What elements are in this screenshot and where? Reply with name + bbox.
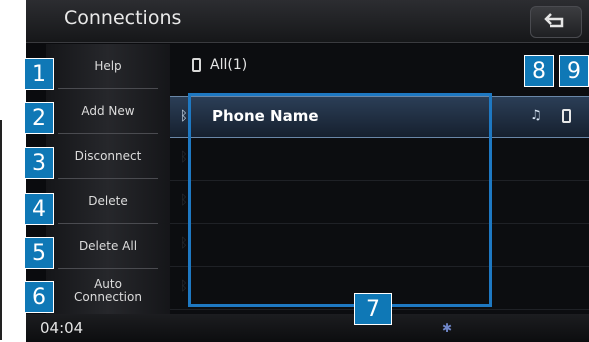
phone-icon: [192, 58, 201, 72]
bluetooth-icon: ᛒ: [180, 236, 188, 251]
add-new-button[interactable]: Add New: [46, 89, 170, 133]
auto-connection-button-label: Auto Connection: [74, 277, 142, 304]
callout-8: 8: [524, 55, 554, 87]
music-icon: ♫: [530, 108, 542, 123]
delete-button[interactable]: Delete: [46, 179, 170, 223]
delete-all-button[interactable]: Delete All: [46, 224, 170, 268]
help-button[interactable]: Help: [46, 44, 170, 88]
help-button-label: Help: [94, 58, 122, 73]
callout-6: 6: [24, 281, 54, 313]
callout-5: 5: [24, 237, 54, 269]
phone-icon: [562, 109, 571, 123]
sidebar-menu: Help Add New Disconnect Delete Delete Al…: [46, 44, 170, 314]
disconnect-button[interactable]: Disconnect: [46, 134, 170, 178]
bluetooth-status-icon: ✱: [442, 321, 453, 335]
add-new-button-label: Add New: [81, 103, 135, 118]
device-list-highlight-frame: [188, 93, 492, 307]
filter-all-label: All(1): [210, 57, 248, 73]
delete-button-label: Delete: [88, 193, 128, 208]
callout-7: 7: [354, 293, 392, 325]
bluetooth-icon: ᛒ: [180, 150, 188, 165]
page-title: Connections: [64, 7, 182, 29]
back-arrow-icon: [544, 13, 564, 28]
callout-9: 9: [559, 55, 589, 87]
callout-2: 2: [24, 102, 54, 134]
callout-4: 4: [24, 193, 54, 225]
delete-all-button-label: Delete All: [78, 238, 138, 253]
title-bar: Connections: [26, 0, 589, 43]
callout-3: 3: [24, 147, 54, 179]
bluetooth-icon: ᛒ: [180, 109, 188, 124]
back-button[interactable]: [530, 6, 582, 38]
disconnect-button-label: Disconnect: [74, 148, 142, 163]
callout-1: 1: [24, 58, 54, 90]
status-bar: 04:04 ✱: [26, 314, 589, 342]
clock: 04:04: [40, 319, 84, 337]
auto-connection-button[interactable]: Auto Connection: [46, 269, 170, 313]
bluetooth-icon: ᛒ: [180, 279, 188, 294]
bluetooth-icon: ᛒ: [180, 193, 188, 208]
page-edge-line: [0, 120, 2, 340]
